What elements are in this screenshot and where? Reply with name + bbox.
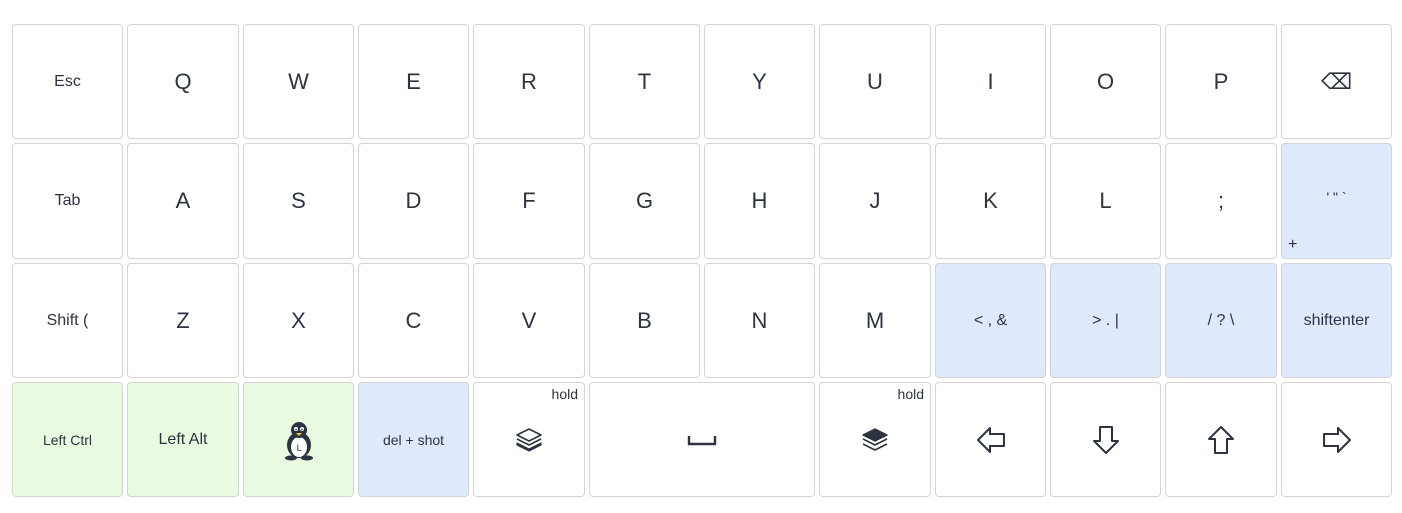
key-label: / ? \ (1207, 311, 1235, 329)
hold-plus-label: + (1288, 236, 1298, 253)
key-del-shot[interactable]: del + shot (358, 382, 469, 497)
key-label: Y (752, 68, 767, 94)
key-label: X (291, 307, 306, 333)
layers-up-icon (861, 427, 889, 453)
hold-label: hold (897, 386, 924, 402)
key-arrow-right[interactable] (1281, 382, 1392, 497)
hold-label: hold (551, 386, 578, 402)
key-label: B (637, 307, 652, 333)
key-p[interactable]: P (1165, 24, 1277, 139)
key-label: A (175, 188, 191, 213)
key-label: D (405, 188, 422, 213)
key-w[interactable]: W (243, 24, 354, 139)
key-b[interactable]: B (589, 263, 700, 378)
key-label: C (405, 307, 422, 333)
key-label: I (987, 68, 994, 94)
key-label: Q (174, 68, 192, 94)
key-u[interactable]: U (819, 24, 931, 139)
key-v[interactable]: V (473, 263, 585, 378)
key-n[interactable]: N (704, 263, 815, 378)
key-s[interactable]: S (243, 143, 354, 259)
key-label: Z (176, 307, 190, 333)
key-g[interactable]: G (589, 143, 700, 259)
key-label: ' " ` (1326, 189, 1347, 205)
key-label: R (521, 68, 537, 94)
key-tab[interactable]: Tab (12, 143, 123, 259)
key-left-alt[interactable]: Left Alt (127, 382, 239, 497)
key-label: Esc (54, 72, 81, 90)
key-arrow-down[interactable] (1050, 382, 1161, 497)
key-os[interactable]: L (243, 382, 354, 497)
key-semicolon[interactable]: ; (1165, 143, 1277, 259)
key-label: S (291, 188, 306, 213)
key-h[interactable]: H (704, 143, 815, 259)
key-e[interactable]: E (358, 24, 469, 139)
key-y[interactable]: Y (704, 24, 815, 139)
key-q[interactable]: Q (127, 24, 239, 139)
key-label: Left Alt (158, 430, 208, 448)
layers-down-icon (515, 427, 543, 453)
key-label: Tab (54, 192, 81, 209)
key-label: U (867, 68, 883, 94)
key-z[interactable]: Z (127, 263, 239, 378)
key-label: H (751, 188, 768, 213)
key-layer-lower[interactable]: hold (473, 382, 585, 497)
key-c[interactable]: C (358, 263, 469, 378)
key-label: del + shot (382, 431, 445, 448)
key-j[interactable]: J (819, 143, 931, 259)
key-label: V (521, 307, 537, 333)
key-label: F (522, 188, 536, 213)
backspace-icon: ⌫ (1320, 68, 1353, 94)
down-arrow-icon (1092, 425, 1120, 455)
key-label: W (288, 68, 309, 94)
key-comma[interactable]: < , & (935, 263, 1046, 378)
key-label: Left Ctrl (42, 431, 92, 448)
right-arrow-icon (1322, 426, 1352, 454)
key-l[interactable]: L (1050, 143, 1161, 259)
key-label: Shift ( (46, 311, 89, 329)
key-label: E (406, 68, 421, 94)
key-label: M (865, 307, 885, 333)
key-label: O (1096, 68, 1115, 94)
key-label: T (637, 68, 652, 94)
key-label: K (983, 188, 998, 213)
key-arrow-up[interactable] (1165, 382, 1277, 497)
key-left-ctrl[interactable]: Left Ctrl (12, 382, 123, 497)
key-esc[interactable]: Esc (12, 24, 123, 139)
key-label: < , & (973, 311, 1008, 329)
key-backspace[interactable]: ⌫ (1281, 24, 1392, 139)
key-label: J (869, 188, 881, 213)
key-d[interactable]: D (358, 143, 469, 259)
key-shiftenter[interactable]: shiftenter (1281, 263, 1392, 378)
key-label: P (1213, 68, 1229, 94)
key-slash[interactable]: / ? \ (1165, 263, 1277, 378)
key-quote[interactable]: ' " ` + (1281, 143, 1392, 259)
svg-text:L: L (296, 444, 301, 454)
key-o[interactable]: O (1050, 24, 1161, 139)
key-shift-paren[interactable]: Shift ( (12, 263, 123, 378)
key-label: G (635, 188, 654, 213)
key-x[interactable]: X (243, 263, 354, 378)
key-k[interactable]: K (935, 143, 1046, 259)
keyboard-layout: Esc Q W E R T Y U I O P ⌫ Tab A S D F G … (0, 0, 1402, 513)
key-layer-raise[interactable]: hold (819, 382, 931, 497)
key-period[interactable]: > . | (1050, 263, 1161, 378)
key-space[interactable] (589, 382, 815, 497)
space-bar-icon (687, 434, 717, 446)
left-arrow-icon (976, 426, 1006, 454)
key-f[interactable]: F (473, 143, 585, 259)
key-i[interactable]: I (935, 24, 1046, 139)
key-label: shiftenter (1303, 311, 1370, 329)
up-arrow-icon (1207, 425, 1235, 455)
key-r[interactable]: R (473, 24, 585, 139)
key-label: N (751, 307, 768, 333)
key-label: L (1099, 188, 1112, 213)
key-arrow-left[interactable] (935, 382, 1046, 497)
key-t[interactable]: T (589, 24, 700, 139)
linux-tux-icon: L (281, 419, 317, 461)
key-label: > . | (1092, 311, 1119, 329)
key-label: ; (1217, 188, 1225, 213)
key-a[interactable]: A (127, 143, 239, 259)
key-m[interactable]: M (819, 263, 931, 378)
